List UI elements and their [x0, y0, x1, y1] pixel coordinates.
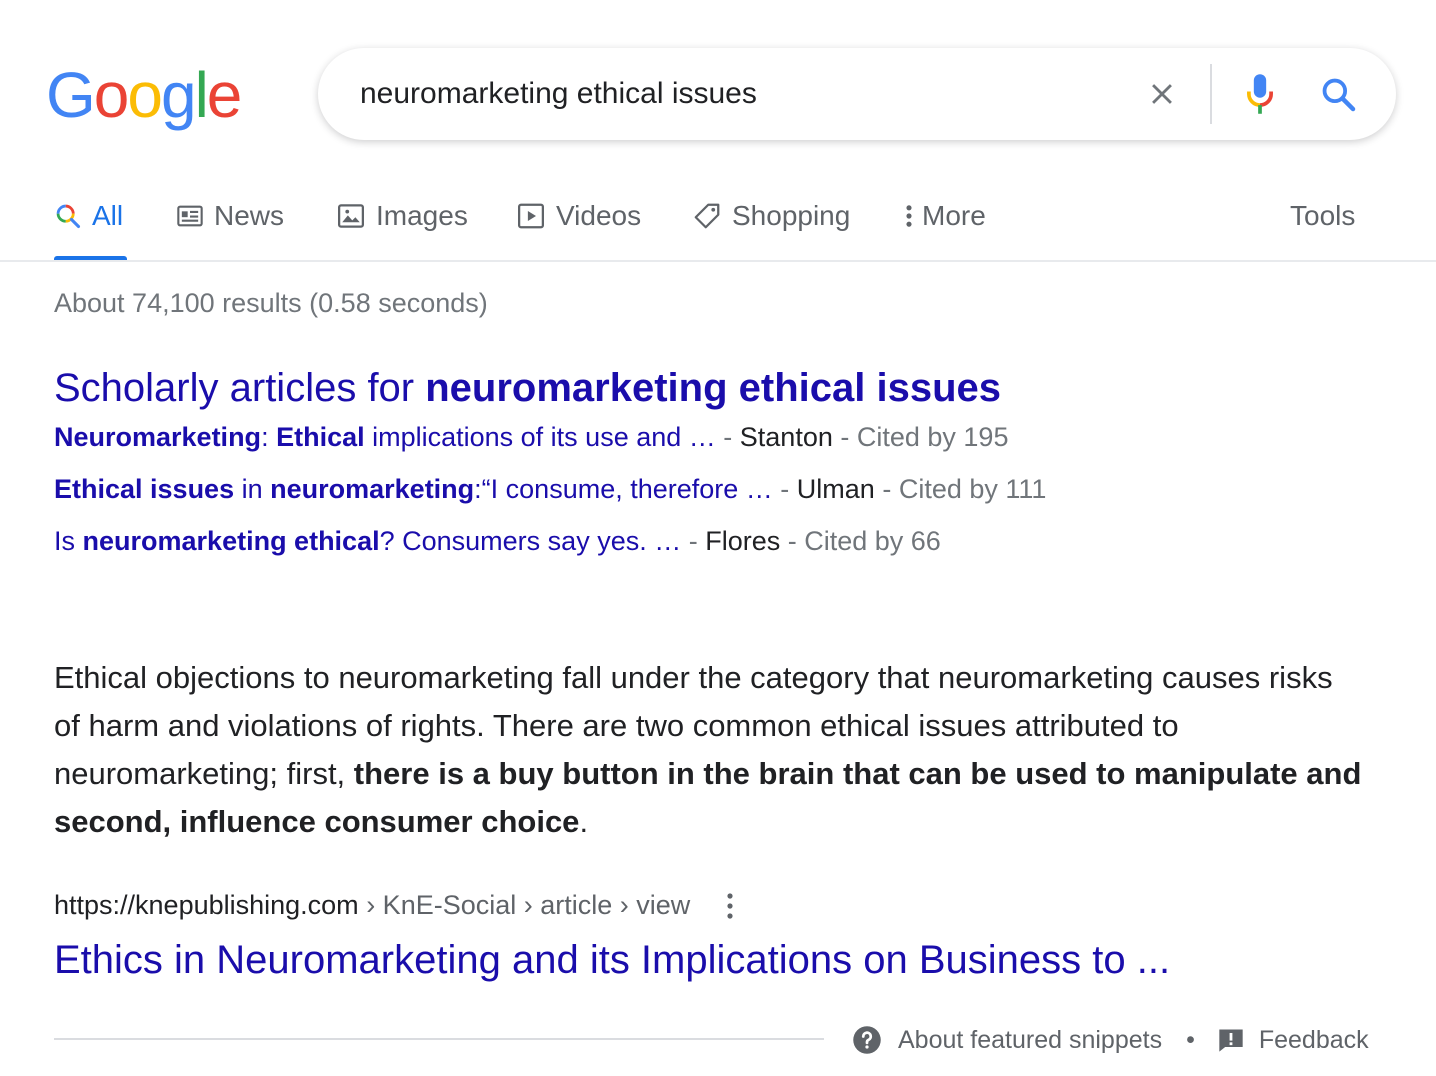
result-stats: About 74,100 results (0.58 seconds) — [54, 288, 488, 318]
google-logo[interactable]: G o o g l e — [46, 59, 243, 131]
result-url[interactable]: https://knepublishing.com — [54, 890, 359, 921]
search-tabs: All News Images Videos Shopping More — [0, 190, 1436, 262]
tab-news[interactable]: News — [176, 190, 284, 262]
search-icon — [56, 204, 81, 229]
scholar-item-link[interactable]: Neuromarketing: Ethical implications of … — [54, 422, 716, 452]
author: Stanton — [739, 422, 833, 452]
logo-letter: o — [127, 59, 163, 131]
separator: - — [681, 526, 706, 556]
tab-images[interactable]: Images — [336, 190, 468, 262]
tab-label: News — [214, 200, 285, 231]
question-circle-icon — [853, 1026, 881, 1054]
highlight: Neuromarketing — [54, 422, 262, 452]
scholarly-articles-heading[interactable]: Scholarly articles for neuromarketing et… — [54, 366, 1001, 411]
logo-letter: g — [160, 59, 197, 131]
logo-letter: o — [93, 59, 130, 131]
text: implications of its use and … — [364, 422, 716, 452]
author: Flores — [705, 526, 781, 556]
bullet-separator: • — [1186, 1025, 1195, 1054]
scholar-item: Is neuromarketing ethical? Consumers say… — [54, 526, 941, 557]
search-divider — [1210, 64, 1212, 124]
close-icon — [1152, 84, 1172, 104]
tag-icon — [694, 203, 720, 229]
snippet-text: . — [579, 804, 589, 839]
result-options-button[interactable] — [724, 892, 736, 920]
text: :“I consume, therefore … — [474, 474, 773, 504]
scholar-item-link[interactable]: Is neuromarketing ethical? Consumers say… — [54, 526, 681, 556]
logo-letter: l — [194, 59, 209, 131]
news-icon — [177, 205, 203, 227]
scholar-item: Neuromarketing: Ethical implications of … — [54, 422, 1008, 453]
cited-by-link[interactable]: Cited by 111 — [899, 474, 1047, 504]
feedback-link[interactable]: Feedback — [1217, 1026, 1369, 1055]
separator: - — [832, 422, 857, 452]
about-snippets-label: About featured snippets — [898, 1025, 1163, 1054]
about-featured-snippets-link[interactable]: About featured snippets — [852, 1025, 1162, 1055]
search-box — [318, 48, 1396, 140]
tab-all[interactable]: All — [54, 190, 127, 262]
vertical-dots-icon — [727, 892, 733, 919]
separator: - — [874, 474, 899, 504]
tabs-divider — [0, 260, 1436, 262]
tab-label: Videos — [556, 200, 642, 231]
separator: - — [715, 422, 740, 452]
result-breadcrumbs: › KnE-Social › article › view — [358, 890, 691, 920]
scholar-item: Ethical issues in neuromarketing:“I cons… — [54, 474, 1046, 505]
highlight: neuromarketing — [270, 474, 475, 504]
text: ? Consumers say yes. … — [379, 526, 682, 556]
featured-snippet-text: Ethical objections to neuromarketing fal… — [54, 654, 1364, 846]
snippet-divider — [54, 1038, 824, 1040]
result-title-link[interactable]: Ethics in Neuromarketing and its Implica… — [54, 938, 1170, 983]
highlight: Ethical — [276, 422, 365, 452]
feedback-icon — [1219, 1029, 1243, 1052]
snippet-footer: About featured snippets • Feedback — [852, 1022, 1369, 1058]
tab-label: All — [92, 200, 124, 231]
heading-prefix: Scholarly articles for — [54, 366, 426, 410]
tab-label: Shopping — [732, 200, 851, 231]
heading-query: neuromarketing ethical issues — [425, 366, 1001, 410]
tab-label: Images — [376, 200, 468, 231]
text: in — [234, 474, 271, 504]
tools-button[interactable]: Tools — [1290, 190, 1355, 242]
microphone-icon — [1247, 74, 1273, 114]
result-citation: https://knepublishing.com › KnE-Social ›… — [54, 890, 736, 921]
search-input[interactable] — [360, 70, 1100, 118]
cited-by-link[interactable]: Cited by 195 — [857, 422, 1009, 452]
separator: - — [780, 526, 805, 556]
tab-videos[interactable]: Videos — [516, 190, 641, 262]
cited-by-link[interactable]: Cited by 66 — [804, 526, 941, 556]
voice-search-button[interactable] — [1236, 68, 1284, 120]
separator: - — [772, 474, 797, 504]
author: Ulman — [796, 474, 875, 504]
logo-letter: G — [46, 59, 96, 131]
logo-letter: e — [206, 59, 243, 131]
search-submit-button[interactable] — [1312, 68, 1364, 120]
feedback-label: Feedback — [1258, 1025, 1369, 1054]
tab-shopping[interactable]: Shopping — [692, 190, 850, 262]
tab-more[interactable]: More — [900, 190, 986, 262]
text: Is — [54, 526, 83, 556]
clear-search-button[interactable] — [1138, 70, 1186, 118]
text: : — [261, 422, 277, 452]
scholar-item-link[interactable]: Ethical issues in neuromarketing:“I cons… — [54, 474, 773, 504]
search-icon — [1322, 78, 1356, 112]
tab-label: More — [922, 200, 986, 231]
image-icon — [338, 204, 364, 228]
vertical-dots-icon — [906, 205, 912, 227]
video-play-icon — [518, 203, 544, 229]
highlight: Ethical issues — [54, 474, 235, 504]
highlight: neuromarketing ethical — [82, 526, 380, 556]
